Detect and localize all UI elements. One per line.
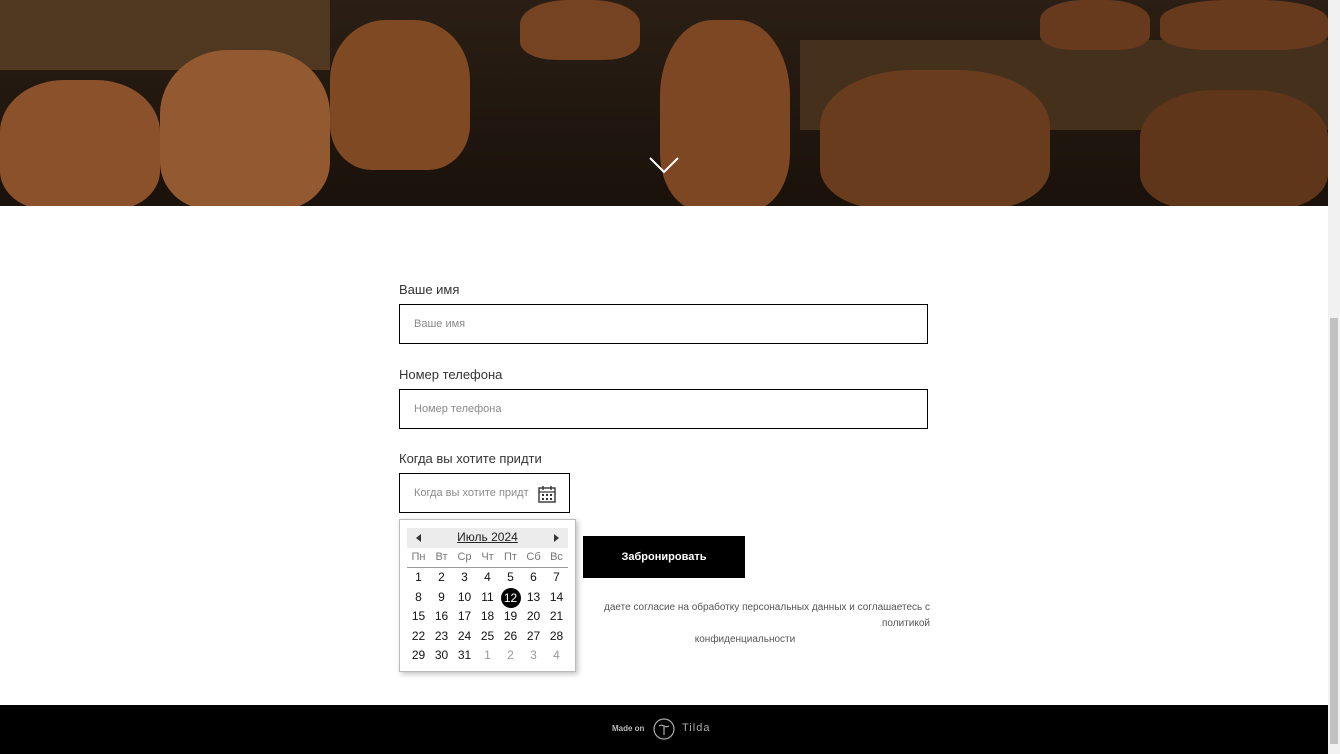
day-cell-next-month[interactable]: 1 (476, 646, 499, 666)
datepicker-header: Июль 2024 (407, 528, 568, 548)
phone-input[interactable] (399, 389, 928, 429)
day-cell[interactable]: 6 (522, 568, 545, 588)
datepicker-year[interactable]: 2024 (491, 530, 518, 544)
arrow-right-icon[interactable] (554, 534, 559, 542)
day-cell[interactable]: 30 (430, 646, 453, 666)
tilda-logo-icon[interactable] (653, 718, 675, 740)
phone-label: Номер телефона (399, 367, 503, 382)
weekday-label: Пт (504, 551, 517, 563)
day-cell[interactable]: 9 (430, 588, 453, 608)
day-cell-next-month[interactable]: 4 (545, 646, 568, 666)
day-cell[interactable]: 2 (430, 568, 453, 588)
day-cell[interactable]: 3 (453, 568, 476, 588)
tilda-brand-text[interactable]: Tilda (682, 722, 710, 734)
weekday-label: Сб (526, 551, 541, 563)
day-grid: 1 2 3 4 5 6 7 8 9 10 11 12 13 14 15 16 1… (407, 568, 568, 666)
day-cell[interactable]: 28 (545, 627, 568, 647)
consent-line-1: даете согласие на обработку персональных… (604, 602, 930, 629)
day-cell[interactable]: 11 (476, 588, 499, 608)
day-cell-next-month[interactable]: 3 (522, 646, 545, 666)
weekday-label: Вт (435, 551, 448, 563)
consent-text: даете согласие на обработку персональных… (560, 600, 930, 648)
calendar-icon[interactable] (538, 485, 556, 503)
weekday-label: Пн (411, 551, 426, 563)
day-cell[interactable]: 7 (545, 568, 568, 588)
datepicker-title[interactable]: Июль 2024 (407, 530, 568, 544)
week-row: 15 16 17 18 19 20 21 (407, 607, 568, 627)
weekday-label: Вс (550, 551, 563, 563)
day-cell[interactable]: 4 (476, 568, 499, 588)
day-cell[interactable]: 31 (453, 646, 476, 666)
week-row: 29 30 31 1 2 3 4 (407, 646, 568, 666)
hero-image (0, 0, 1328, 206)
day-cell-selected[interactable]: 12 (499, 587, 522, 608)
selected-day[interactable]: 12 (500, 587, 521, 608)
book-button[interactable]: Забронировать (583, 536, 745, 578)
day-cell[interactable]: 5 (499, 568, 522, 588)
day-cell[interactable]: 24 (453, 627, 476, 647)
name-input[interactable] (399, 304, 928, 344)
day-cell[interactable]: 22 (407, 627, 430, 647)
week-row: 8 9 10 11 12 13 14 (407, 587, 568, 608)
week-row: 1 2 3 4 5 6 7 (407, 568, 568, 588)
day-cell[interactable]: 20 (522, 607, 545, 627)
consent-line-2: конфиденциальности (694, 634, 796, 645)
day-cell[interactable]: 29 (407, 646, 430, 666)
weekday-label: Чт (481, 551, 494, 563)
day-cell[interactable]: 15 (407, 607, 430, 627)
day-cell[interactable]: 17 (453, 607, 476, 627)
date-label: Когда вы хотите придти (399, 451, 542, 466)
weekday-label: Ср (457, 551, 472, 563)
day-cell[interactable]: 8 (407, 588, 430, 608)
weekday-row: Пн Вт Ср Чт Пт Сб Вс (407, 550, 568, 568)
day-cell[interactable]: 16 (430, 607, 453, 627)
day-cell[interactable]: 21 (545, 607, 568, 627)
day-cell[interactable]: 13 (522, 588, 545, 608)
made-on-text[interactable]: Made on (612, 724, 644, 733)
day-cell[interactable]: 18 (476, 607, 499, 627)
datepicker-month[interactable]: Июль (457, 530, 488, 544)
day-cell-next-month[interactable]: 2 (499, 646, 522, 666)
day-cell[interactable]: 23 (430, 627, 453, 647)
day-cell[interactable]: 26 (499, 627, 522, 647)
day-cell[interactable]: 25 (476, 627, 499, 647)
day-cell[interactable]: 19 (499, 607, 522, 627)
day-cell[interactable]: 1 (407, 568, 430, 588)
day-cell[interactable]: 27 (522, 627, 545, 647)
week-row: 22 23 24 25 26 27 28 (407, 627, 568, 647)
day-cell[interactable]: 14 (545, 588, 568, 608)
chevron-down-icon[interactable] (646, 150, 682, 176)
scrollbar-thumb[interactable] (1330, 318, 1338, 744)
day-cell[interactable]: 10 (453, 588, 476, 608)
datepicker[interactable]: Июль 2024 Пн Вт Ср Чт Пт Сб Вс 1 2 3 4 5… (399, 519, 576, 672)
name-label: Ваше имя (399, 282, 460, 297)
